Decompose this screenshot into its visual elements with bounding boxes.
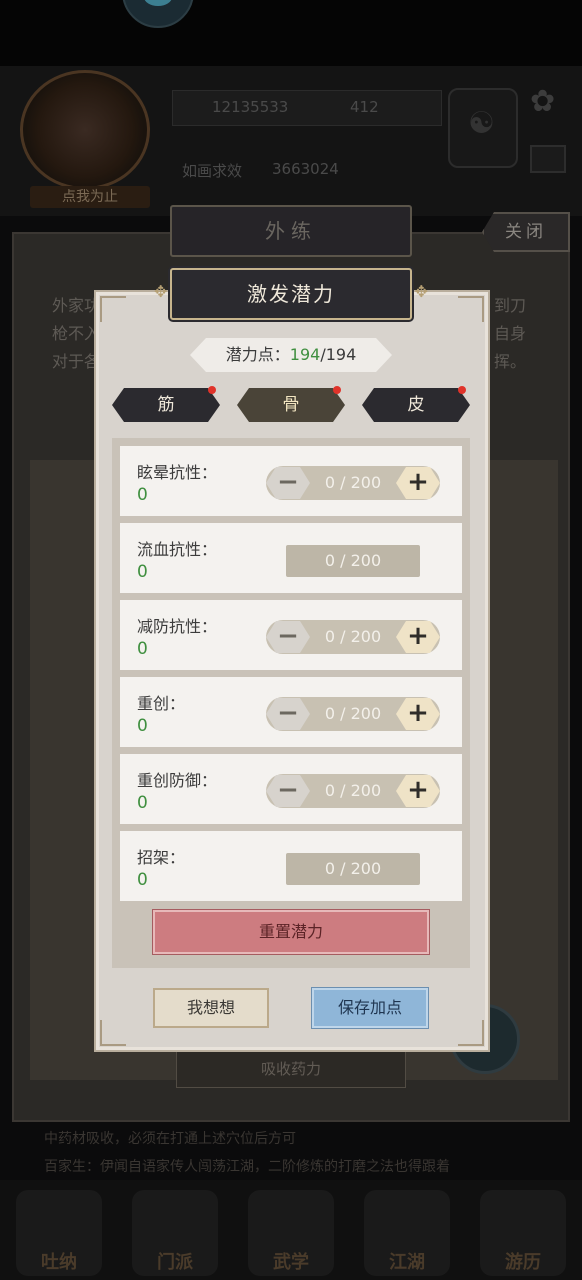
power-value: 3663024 — [272, 160, 339, 178]
stat-row-bleed-resist: 流血抗性： 0 0 / 200 — [120, 523, 462, 593]
stat-name: 减防抗性： — [137, 617, 218, 636]
stat-stepper: 0 / 200 − + — [266, 697, 440, 731]
info-text-line: 中药材吸收，必须在打通上述穴位后方可 — [44, 1131, 296, 1147]
absorb-medicine-button[interactable]: 吸收药力 — [176, 1048, 406, 1088]
stat-row-heavy-wound-defense: 重创防御： 0 0 / 200 − + — [120, 754, 462, 824]
tab-jin[interactable]: 筋 — [112, 388, 220, 422]
description-line: 对于各 — [52, 352, 101, 371]
description-line: 到刀 — [494, 296, 527, 315]
stat-row-heavy-wound: 重创： 0 0 / 200 − + — [120, 677, 462, 747]
stat-value: 0 — [137, 562, 148, 582]
corner-ornament — [100, 1020, 126, 1046]
stat-value: 0 — [137, 716, 148, 736]
stat-row-parry: 招架： 0 0 / 200 — [120, 831, 462, 901]
stat-progress: 0 / 200 — [286, 545, 420, 577]
yin-yang-emblem-icon[interactable] — [448, 88, 518, 168]
think-again-button[interactable]: 我想想 — [153, 988, 269, 1028]
description-line: 自身 — [494, 324, 527, 343]
stat-value: 0 — [137, 485, 148, 505]
gear-icon[interactable]: ✿ — [530, 84, 566, 120]
points-total: /194 — [320, 345, 357, 364]
nav-item-sect[interactable]: 门派 — [132, 1190, 218, 1276]
modal-title: 激发潜力 — [247, 282, 335, 306]
stat-name: 流血抗性： — [137, 540, 218, 559]
description-line: 外家功 — [52, 296, 101, 315]
portrait-label: 点我为止 — [30, 186, 150, 208]
nav-item-travel[interactable]: 游历 — [480, 1190, 566, 1276]
stat-progress: 0 / 200 — [286, 853, 420, 885]
close-button[interactable]: 关闭 — [482, 212, 570, 252]
corner-ornament — [100, 296, 126, 322]
mail-icon[interactable] — [530, 145, 566, 173]
currency-value-2: 412 — [350, 98, 379, 116]
top-bar-background — [0, 0, 582, 70]
info-text-line: 百家生：伊闻自语家传人闯荡江湖，二阶修炼的打磨之法也得跟着 — [44, 1159, 450, 1175]
points-label: 潜力点： — [225, 345, 290, 364]
save-points-button[interactable]: 保存加点 — [312, 988, 428, 1028]
stat-row-armor-break-resist: 减防抗性： 0 0 / 200 − + — [120, 600, 462, 670]
stat-name: 眩晕抗性： — [137, 463, 218, 482]
reset-potential-button[interactable]: 重置潜力 — [153, 910, 429, 954]
corner-ornament — [458, 1020, 484, 1046]
stat-name: 招架： — [137, 848, 186, 867]
nav-item-martial[interactable]: 武学 — [248, 1190, 334, 1276]
notification-dot — [458, 386, 466, 394]
potential-points: 潜力点：194/194 — [190, 338, 392, 372]
stat-value: 0 — [137, 639, 148, 659]
nav-item-jianghu[interactable]: 江湖 — [364, 1190, 450, 1276]
description-line: 挥。 — [494, 352, 527, 371]
description-line: 枪不入 — [52, 324, 101, 343]
stat-stepper: 0 / 200 − + — [266, 774, 440, 808]
outer-training-title: 外练 — [170, 205, 412, 257]
points-current: 194 — [289, 345, 321, 364]
stat-stepper: 0 / 200 − + — [266, 620, 440, 654]
nav-item-tuna[interactable]: 吐纳 — [16, 1190, 102, 1276]
power-label: 如画求效 — [182, 162, 243, 180]
currency-value: 12135533 — [212, 98, 289, 116]
outer-training-title-text: 外练 — [265, 219, 317, 243]
stat-stepper: 0 / 200 − + — [266, 466, 440, 500]
player-portrait[interactable] — [20, 70, 150, 190]
stat-value: 0 — [137, 793, 148, 813]
modal-title-plate: 激发潜力 — [154, 268, 428, 320]
tab-pi[interactable]: 皮 — [362, 388, 470, 422]
bottom-nav: 吐纳 门派 武学 江湖 游历 — [0, 1180, 582, 1280]
notification-dot — [208, 386, 216, 394]
corner-ornament — [458, 296, 484, 322]
tab-gu[interactable]: 骨 — [237, 388, 345, 422]
notification-dot — [333, 386, 341, 394]
stat-value: 0 — [137, 870, 148, 890]
stat-row-stun-resist: 眩晕抗性： 0 0 / 200 − + — [120, 446, 462, 516]
stat-name: 重创防御： — [137, 771, 218, 790]
stat-name: 重创： — [137, 694, 186, 713]
